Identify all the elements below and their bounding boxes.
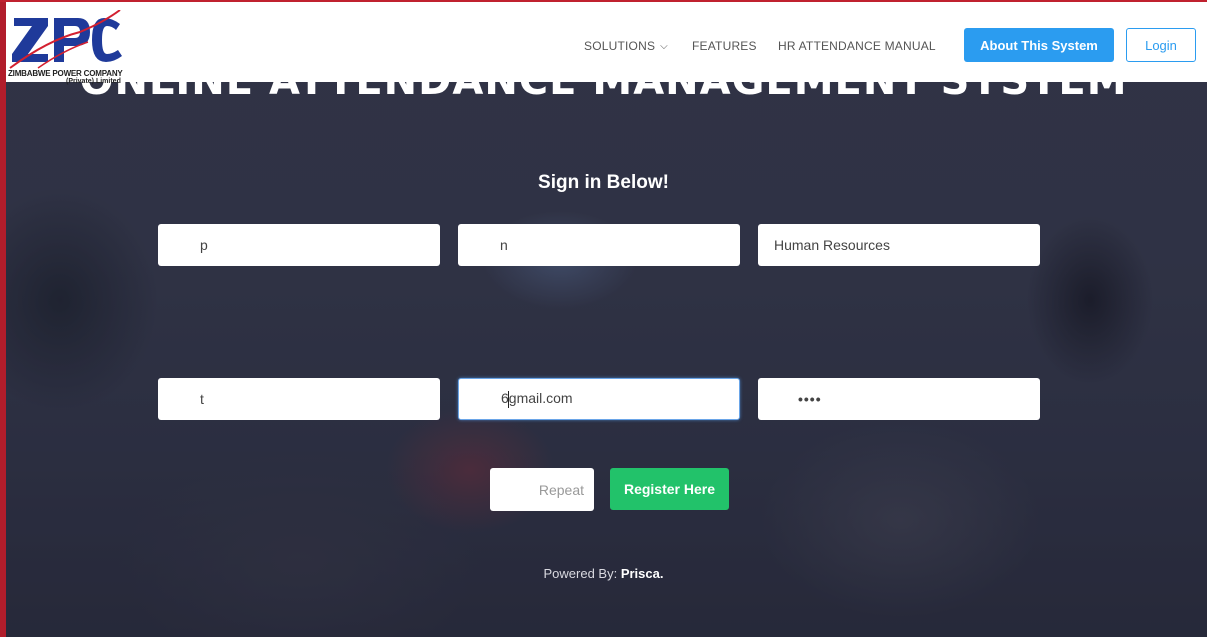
window-border-top <box>0 0 1207 2</box>
company-suffix: (Private) Limited <box>66 78 121 85</box>
title-value: t <box>200 391 204 407</box>
email-value: 6gmail.com <box>459 390 573 408</box>
password-value: •••• <box>798 391 822 407</box>
first-name-input[interactable]: p <box>158 224 440 266</box>
nav-solutions[interactable]: SOLUTIONS ⌵ <box>584 39 668 53</box>
zpc-logo-icon <box>9 10 122 69</box>
repeat-password-placeholder: Repeat <box>538 481 584 498</box>
repeat-password-input[interactable]: Repeat <box>490 468 594 511</box>
company-name: ZIMBABWE POWER COMPANY <box>8 69 123 78</box>
powered-by: Powered By: Prisca. <box>0 566 1207 581</box>
email-value-end: gmail.com <box>508 390 573 407</box>
register-button[interactable]: Register Here <box>610 468 729 510</box>
password-input[interactable]: •••• <box>758 378 1040 420</box>
last-name-value: n <box>500 237 508 253</box>
nav-solutions-label: SOLUTIONS <box>584 39 656 53</box>
sign-in-heading: Sign in Below! <box>538 172 669 193</box>
department-input[interactable]: Human Resources <box>758 224 1040 266</box>
about-system-button[interactable]: About This System <box>964 28 1114 62</box>
navbar: ZIMBABWE POWER COMPANY (Private) Limited… <box>6 2 1207 85</box>
nav-hr-attendance-manual[interactable]: HR ATTENDANCE MANUAL <box>778 39 936 53</box>
powered-by-label: Powered By: <box>543 566 618 581</box>
chevron-down-icon: ⌵ <box>660 41 668 52</box>
title-input[interactable]: t <box>158 378 440 420</box>
powered-by-name: Prisca. <box>620 566 664 581</box>
company-logo[interactable]: ZIMBABWE POWER COMPANY (Private) Limited <box>8 10 126 86</box>
department-value: Human Resources <box>774 237 890 253</box>
first-name-value: p <box>200 237 208 253</box>
login-button[interactable]: Login <box>1126 28 1196 62</box>
nav-features[interactable]: FEATURES <box>692 39 757 53</box>
email-input[interactable]: 6gmail.com <box>458 378 740 420</box>
last-name-input[interactable]: n <box>458 224 740 266</box>
